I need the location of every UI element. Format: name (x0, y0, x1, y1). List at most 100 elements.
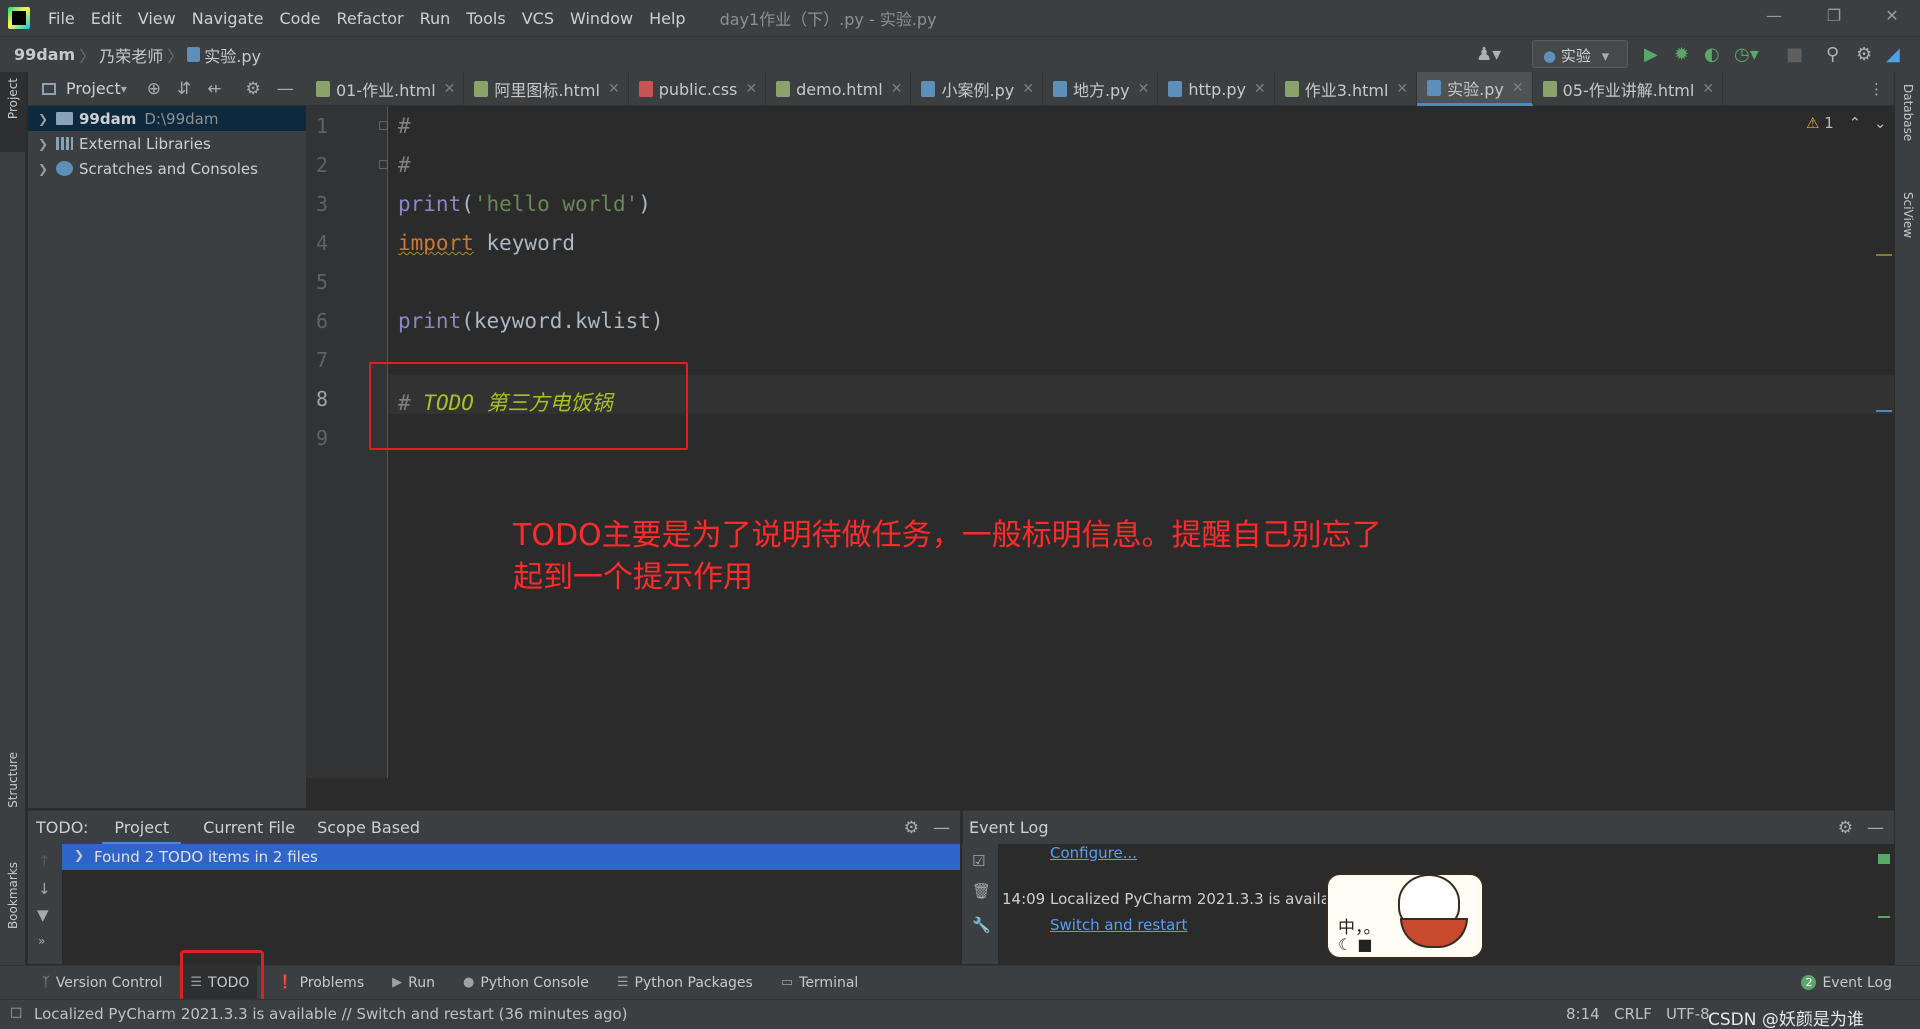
close-icon[interactable]: ✕ (1396, 81, 1408, 97)
close-icon[interactable]: ✕ (1022, 81, 1034, 97)
menu-help[interactable]: Help (641, 9, 693, 28)
menu-refactor[interactable]: Refactor (328, 9, 411, 28)
tool-python-console[interactable]: ● Python Console (455, 966, 597, 1000)
menu-code[interactable]: Code (272, 9, 329, 28)
sciview-tool-label[interactable]: SciView (1901, 192, 1915, 238)
structure-tool-label[interactable]: Structure (6, 752, 20, 808)
tab-homework3-html[interactable]: 作业3.html ✕ (1275, 72, 1418, 106)
tab-ali-icons-html[interactable]: 阿里图标.html ✕ (464, 72, 629, 106)
close-icon[interactable]: ✕ (1138, 81, 1150, 97)
tree-item-external-libraries[interactable]: ❯ External Libraries (28, 131, 306, 156)
chevron-right-icon[interactable]: ❯ (38, 137, 56, 151)
tab-todo-scope-based[interactable]: Scope Based (317, 811, 420, 845)
collapse-all-icon[interactable]: ⇷ (207, 79, 221, 99)
close-icon[interactable]: ✕ (1512, 80, 1524, 96)
chevron-right-icon[interactable]: ❯ (38, 162, 56, 176)
database-tool-label[interactable]: Database (1901, 84, 1915, 141)
menu-tools[interactable]: Tools (458, 9, 513, 28)
project-view-select[interactable]: Project (66, 79, 121, 98)
switch-restart-link[interactable]: Switch and restart (1050, 916, 1187, 934)
tab-public-css[interactable]: public.css ✕ (629, 72, 767, 106)
project-tool-button[interactable]: Project (0, 72, 26, 152)
gear-icon[interactable]: ⚙ (904, 818, 919, 838)
chevron-right-icon[interactable]: ❯ (74, 848, 84, 862)
tab-small-case-py[interactable]: 小案例.py ✕ (911, 72, 1043, 106)
tab-place-py[interactable]: 地方.py ✕ (1043, 72, 1159, 106)
toolbox-icon[interactable]: ◢ (1886, 44, 1900, 65)
inspection-widget[interactable]: ⚠ 1 ⌃ ⌄ (1806, 114, 1887, 132)
user-icon[interactable]: ♟▾ (1476, 44, 1501, 65)
tool-problems[interactable]: ❗ Problems (269, 966, 372, 1000)
menu-run[interactable]: Run (412, 9, 459, 28)
close-icon[interactable]: ✕ (608, 81, 620, 97)
close-icon[interactable]: ✕ (1878, 6, 1906, 30)
chevron-up-icon[interactable]: ⌃ (1849, 114, 1862, 132)
caret-position[interactable]: 8:14 (1566, 1005, 1600, 1023)
more-tabs-icon[interactable]: ⋮ (1869, 72, 1884, 105)
coverage-icon[interactable]: ◐ (1704, 44, 1720, 65)
hide-icon[interactable]: — (933, 818, 950, 838)
chevron-down-icon[interactable]: ▾ (121, 82, 127, 96)
menu-edit[interactable]: Edit (83, 9, 130, 28)
tab-experiment-py[interactable]: 实验.py ✕ (1417, 72, 1533, 106)
arrow-up-icon[interactable]: ↑ (38, 852, 51, 870)
close-icon[interactable]: ✕ (891, 81, 903, 97)
close-icon[interactable]: ✕ (1702, 81, 1714, 97)
breadcrumb-folder[interactable]: 乃荣老师 (99, 43, 163, 67)
bookmarks-tool-label[interactable]: Bookmarks (6, 862, 20, 929)
breadcrumb-file[interactable]: 实验.py (204, 43, 261, 67)
todo-result-row[interactable]: ❯ Found 2 TODO items in 2 files (62, 844, 960, 870)
configure-link[interactable]: Configure... (1050, 844, 1137, 862)
wrench-icon[interactable]: 🔧 (972, 916, 991, 934)
tab-todo-project[interactable]: Project (102, 811, 182, 845)
menu-window[interactable]: Window (562, 9, 641, 28)
trash-icon[interactable]: 🗑 (972, 882, 991, 900)
search-icon[interactable]: ⚲ (1826, 44, 1839, 65)
toggle-panels-icon[interactable]: □ (10, 1005, 22, 1020)
gear-icon[interactable]: ⚙ (1838, 818, 1853, 838)
warning-marker[interactable] (1876, 254, 1892, 256)
menu-vcs[interactable]: VCS (514, 9, 562, 28)
tool-run[interactable]: ▶ Run (384, 966, 443, 1000)
status-message[interactable]: Localized PyCharm 2021.3.3 is available … (34, 1005, 628, 1023)
menu-navigate[interactable]: Navigate (184, 9, 272, 28)
locate-icon[interactable]: ⊕ (147, 79, 161, 99)
hide-icon[interactable]: — (277, 79, 294, 99)
tool-python-packages[interactable]: ☰ Python Packages (609, 966, 761, 1000)
tool-version-control[interactable]: ᛉ Version Control (34, 966, 170, 1000)
tree-item-root[interactable]: ❯ 99dam D:\99dam (28, 106, 306, 131)
filter-icon[interactable]: ▼ (37, 906, 49, 924)
run-configuration-select[interactable]: ● 实验 ▾ (1532, 40, 1628, 68)
more-icon[interactable]: » (38, 934, 45, 948)
chevron-down-icon[interactable]: ⌄ (1874, 114, 1887, 132)
stop-icon[interactable]: ■ (1786, 44, 1803, 65)
minimize-icon[interactable]: — (1760, 6, 1788, 30)
close-icon[interactable]: ✕ (745, 81, 757, 97)
chevron-right-icon[interactable]: ❯ (38, 112, 56, 126)
gear-icon[interactable]: ⚙ (246, 79, 261, 99)
breadcrumb-project[interactable]: 99dam (0, 45, 75, 64)
line-separator[interactable]: CRLF (1614, 1005, 1652, 1023)
todo-marker[interactable] (1876, 410, 1892, 412)
debug-icon[interactable]: ✹ (1674, 44, 1689, 65)
profile-icon[interactable]: ◷▾ (1734, 44, 1759, 65)
mark-read-icon[interactable]: ☑ (972, 852, 985, 870)
restore-icon[interactable]: ❐ (1820, 6, 1848, 30)
tab-01-html[interactable]: 01-作业.html ✕ (306, 72, 465, 106)
tab-05-html[interactable]: 05-作业讲解.html ✕ (1533, 72, 1723, 106)
run-icon[interactable]: ▶ (1644, 44, 1658, 65)
file-encoding[interactable]: UTF-8 (1666, 1005, 1710, 1023)
gear-icon[interactable]: ⚙ (1856, 44, 1872, 65)
tab-demo-html[interactable]: demo.html ✕ (766, 72, 912, 106)
tab-http-py[interactable]: http.py ✕ (1158, 72, 1275, 106)
expand-all-icon[interactable]: ⇵ (177, 79, 191, 99)
tool-event-log[interactable]: 2 Event Log (1793, 966, 1900, 1000)
menu-view[interactable]: View (130, 9, 184, 28)
close-icon[interactable]: ✕ (444, 81, 456, 97)
tab-todo-current-file[interactable]: Current File (203, 811, 295, 845)
close-icon[interactable]: ✕ (1254, 81, 1266, 97)
tool-terminal[interactable]: ▭ Terminal (773, 966, 866, 1000)
arrow-down-icon[interactable]: ↓ (38, 880, 51, 898)
tree-item-scratches[interactable]: ❯ Scratches and Consoles (28, 156, 306, 181)
hide-icon[interactable]: — (1867, 818, 1884, 838)
